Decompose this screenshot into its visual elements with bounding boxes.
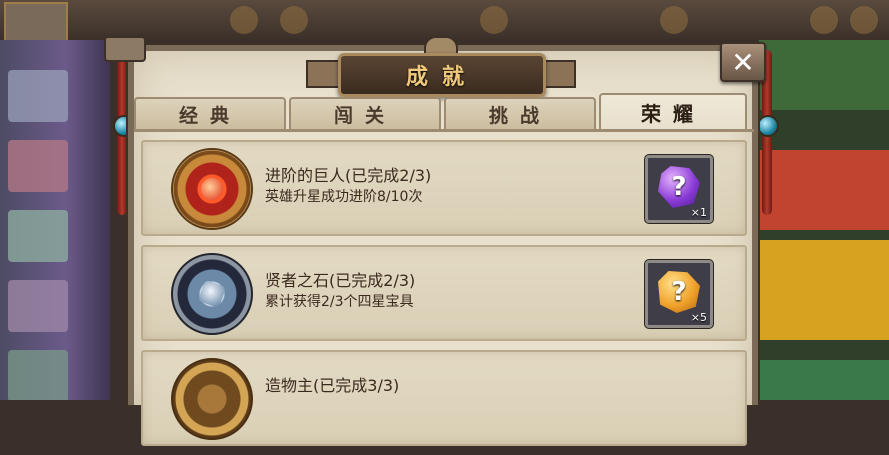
achievement-title: 造物主(已完成3/3) [265,376,400,395]
tab-stages[interactable]: 闯关 [289,97,441,129]
background-icon [810,6,838,34]
gold-mystery-gem-icon: ? [658,271,700,313]
reward-quantity: ×5 [690,311,707,324]
background-icon [660,6,688,34]
tab-classic[interactable]: 经典 [134,97,286,129]
background-right-column [759,40,889,400]
medal-core [201,388,223,410]
background-card [8,280,68,332]
medal-core [201,178,223,200]
background-band [759,150,889,230]
title-plate: 成就 [338,53,546,97]
achievement-row[interactable]: 贤者之石(已完成2/3) 累计获得2/3个四星宝具 ? ×5 [141,245,747,341]
frame-gem-right [757,115,779,137]
achievement-title: 进阶的巨人(已完成2/3) [265,166,432,185]
tab-divider [134,129,754,132]
tab-bar: 经典 闯关 挑战 荣耀 [134,93,754,131]
background-icon [850,6,878,34]
reward-slot[interactable]: ? ×1 [645,155,713,223]
achievement-list[interactable]: 进阶的巨人(已完成2/3) 英雄升星成功进阶8/10次 ? ×1 贤者之石(已完… [141,140,747,455]
tab-label: 闯关 [333,104,396,127]
background-card [8,140,68,192]
background-icon [280,6,308,34]
close-button[interactable]: ✕ [720,42,766,82]
background-band [759,40,889,110]
fire-medal-icon [171,148,253,230]
background-band [759,360,889,400]
background-card [8,210,68,262]
background-card [8,70,68,122]
tab-label: 荣耀 [641,101,705,126]
background-band [759,240,889,340]
reward-slot[interactable]: ? ×5 [645,260,713,328]
frame-corner-left [104,36,146,62]
close-icon: ✕ [731,45,755,79]
gold-medal-icon [171,358,253,440]
stone-medal-icon [171,253,253,335]
achievement-row[interactable]: 造物主(已完成3/3) [141,350,747,446]
purple-mystery-gem-icon: ? [658,166,700,208]
page-title: 成就 [405,64,478,90]
tab-challenge[interactable]: 挑战 [444,97,596,129]
background-icon [230,6,258,34]
achievement-row[interactable]: 进阶的巨人(已完成2/3) 英雄升星成功进阶8/10次 ? ×1 [141,140,747,236]
achievement-description: 英雄升星成功进阶8/10次 [265,189,423,205]
background-card [8,350,68,400]
tab-label: 经典 [178,104,241,127]
reward-quantity: ×1 [690,206,707,219]
tab-glory[interactable]: 荣耀 [599,93,747,129]
background-icon [480,6,508,34]
medal-core [197,279,227,309]
background-left-column [0,40,110,400]
achievement-description: 累计获得2/3个四星宝具 [265,294,414,310]
achievement-title: 贤者之石(已完成2/3) [265,271,416,290]
background-top-bar [0,0,889,66]
tab-label: 挑战 [488,104,551,127]
